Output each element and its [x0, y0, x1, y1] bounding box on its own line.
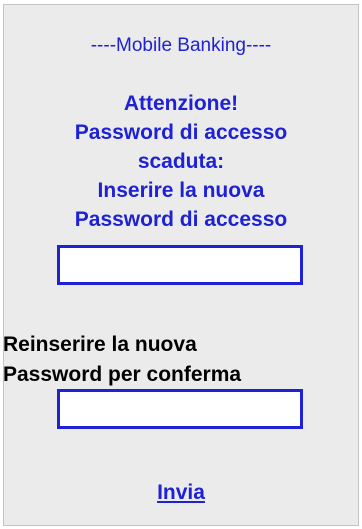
confirm-label-line-1: Reinserire la nuova [3, 333, 197, 356]
expired-password-message: Attenzione! Password di accesso scaduta:… [4, 89, 358, 234]
warning-heading: Attenzione! [123, 92, 239, 115]
submit-link[interactable]: Invia [157, 481, 205, 504]
confirm-password-input[interactable] [57, 389, 303, 429]
app-title: ----Mobile Banking---- [90, 35, 272, 56]
new-password-input[interactable] [57, 245, 303, 285]
warning-text-line-2: Password di accesso [74, 121, 288, 144]
confirm-label-line-2: Password per conferma [3, 363, 242, 386]
new-password-label-line-2: Password di accesso [74, 208, 288, 231]
warning-text-line-3: scaduta: [137, 150, 225, 173]
confirm-password-label: Reinserire la nuova Password per conferm… [3, 330, 359, 390]
new-password-label-line-1: Inserire la nuova [97, 179, 265, 202]
